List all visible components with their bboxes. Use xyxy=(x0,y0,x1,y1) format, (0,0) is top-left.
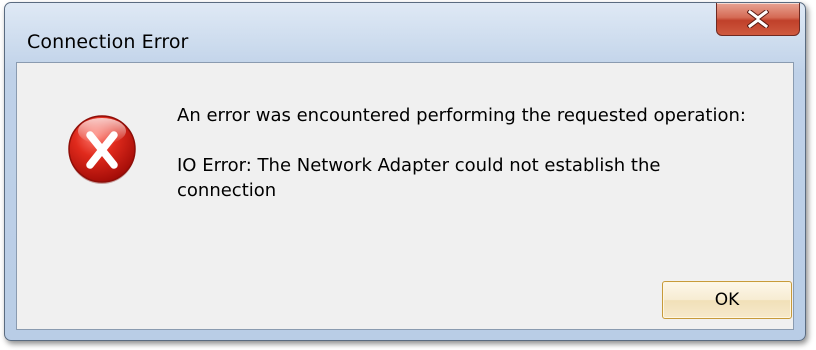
dialog-title: Connection Error xyxy=(27,31,189,53)
ok-button[interactable]: OK xyxy=(662,281,792,319)
title-bar[interactable]: Connection Error xyxy=(5,3,805,61)
error-message: An error was encountered performing the … xyxy=(177,103,757,203)
error-icon xyxy=(68,115,136,184)
dialog-window: Connection Error An error was encountere… xyxy=(4,2,806,341)
message-line-1: An error was encountered performing the … xyxy=(177,105,746,126)
dialog-body: An error was encountered performing the … xyxy=(16,62,794,330)
message-line-2: IO Error: The Network Adapter could not … xyxy=(177,155,661,201)
close-icon xyxy=(747,10,769,28)
close-button[interactable] xyxy=(716,3,800,36)
